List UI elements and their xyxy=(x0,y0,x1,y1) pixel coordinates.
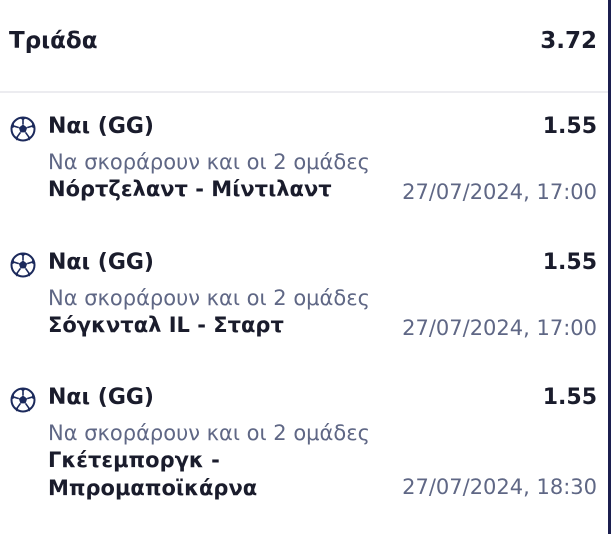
selection-item: Ναι (GG) 1.55 Να σκοράρουν και οι 2 ομάδ… xyxy=(0,112,611,232)
selection-odds: 1.55 xyxy=(542,250,597,275)
market-name: Να σκοράρουν και οι 2 ομάδες xyxy=(48,150,370,174)
selection-odds: 1.55 xyxy=(542,385,597,410)
selection-pick: Ναι (GG) xyxy=(48,114,154,139)
match-name: Γκέτεμποργκ - Μπρομαποϊκάρνα xyxy=(48,448,258,500)
bet-type-title: Τριάδα xyxy=(9,28,98,54)
selection-item: Ναι (GG) 1.55 Να σκοράρουν και οι 2 ομάδ… xyxy=(0,383,611,503)
match-name: Σόγκνταλ IL - Σταρτ xyxy=(48,313,284,337)
market-name: Να σκοράρουν και οι 2 ομάδες xyxy=(48,421,370,445)
soccer-ball-icon xyxy=(10,116,36,142)
selection-pick: Ναι (GG) xyxy=(48,385,154,410)
selection-pick: Ναι (GG) xyxy=(48,250,154,275)
match-datetime: 27/07/2024, 17:00 xyxy=(402,316,597,340)
selection-odds: 1.55 xyxy=(542,114,597,139)
selection-item: Ναι (GG) 1.55 Να σκοράρουν και οι 2 ομάδ… xyxy=(0,248,611,368)
match-datetime: 27/07/2024, 18:30 xyxy=(402,475,597,499)
total-odds: 3.72 xyxy=(540,28,597,54)
soccer-ball-icon xyxy=(10,387,36,413)
market-name: Να σκοράρουν και οι 2 ομάδες xyxy=(48,286,370,310)
soccer-ball-icon xyxy=(10,252,36,278)
match-datetime: 27/07/2024, 17:00 xyxy=(402,180,597,204)
bet-type-header: Τριάδα 3.72 xyxy=(0,0,611,93)
match-name: Νόρτζελαντ - Μίντιλαντ xyxy=(48,177,332,201)
